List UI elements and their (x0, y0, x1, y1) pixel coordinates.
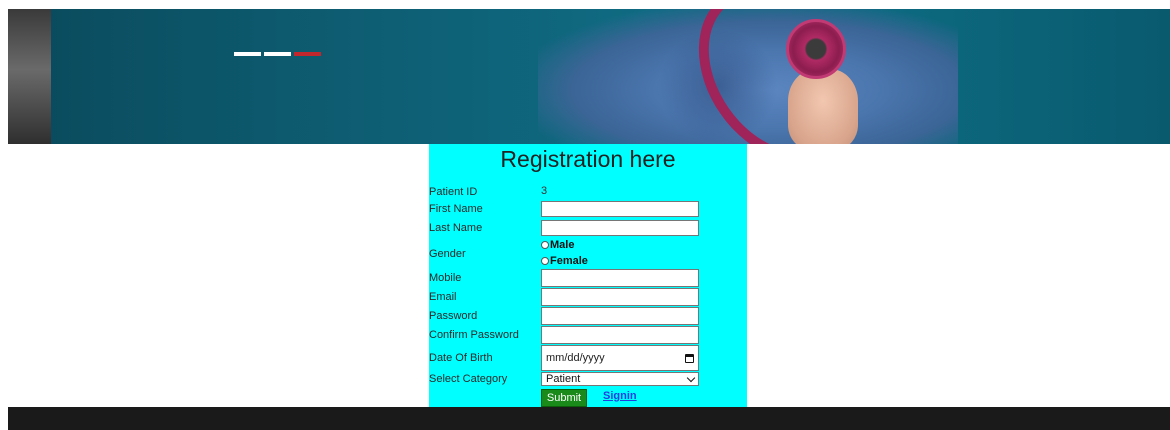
category-select[interactable]: Patient (541, 372, 699, 386)
radio-circle-icon (541, 257, 549, 265)
dob-field[interactable]: mm/dd/yyyy (541, 345, 699, 371)
slider-indicator-1[interactable] (234, 52, 261, 56)
confirm-password-label: Confirm Password (429, 329, 519, 341)
first-name-label: First Name (429, 203, 483, 215)
category-label: Select Category (429, 373, 508, 385)
calendar-icon[interactable] (685, 353, 694, 363)
chevron-down-icon (686, 373, 696, 382)
password-field[interactable] (541, 307, 699, 325)
dob-placeholder: mm/dd/yyyy (546, 352, 605, 364)
category-selected-value: Patient (546, 373, 581, 385)
hero-banner (8, 9, 1170, 144)
hero-left-strip (8, 9, 51, 144)
stethoscope-chestpiece (786, 19, 846, 79)
gender-female-radio[interactable]: Female (541, 255, 588, 267)
footer-bar (8, 407, 1170, 430)
slider-indicator-3-active[interactable] (294, 52, 321, 56)
registration-form: Registration here Patient ID 3 First Nam… (429, 144, 747, 407)
patient-id-label: Patient ID (429, 186, 478, 198)
patient-id-value: 3 (541, 185, 548, 197)
last-name-field[interactable] (541, 220, 699, 236)
mobile-label: Mobile (429, 272, 462, 284)
slider-indicator-2[interactable] (264, 52, 291, 56)
gender-female-label: Female (550, 255, 588, 267)
dob-label: Date Of Birth (429, 352, 493, 364)
gender-label: Gender (429, 248, 466, 260)
signin-link[interactable]: Signin (603, 390, 637, 402)
submit-button[interactable]: Submit (541, 389, 587, 407)
email-field[interactable] (541, 288, 699, 306)
first-name-field[interactable] (541, 201, 699, 217)
gender-male-label: Male (550, 239, 575, 251)
last-name-label: Last Name (429, 222, 483, 234)
radio-circle-icon (541, 241, 549, 249)
gender-male-radio[interactable]: Male (541, 239, 574, 251)
password-label: Password (429, 310, 478, 322)
form-title: Registration here (500, 146, 676, 172)
email-label: Email (429, 291, 457, 303)
confirm-password-field[interactable] (541, 326, 699, 344)
hero-hand (788, 69, 858, 144)
mobile-field[interactable] (541, 269, 699, 287)
